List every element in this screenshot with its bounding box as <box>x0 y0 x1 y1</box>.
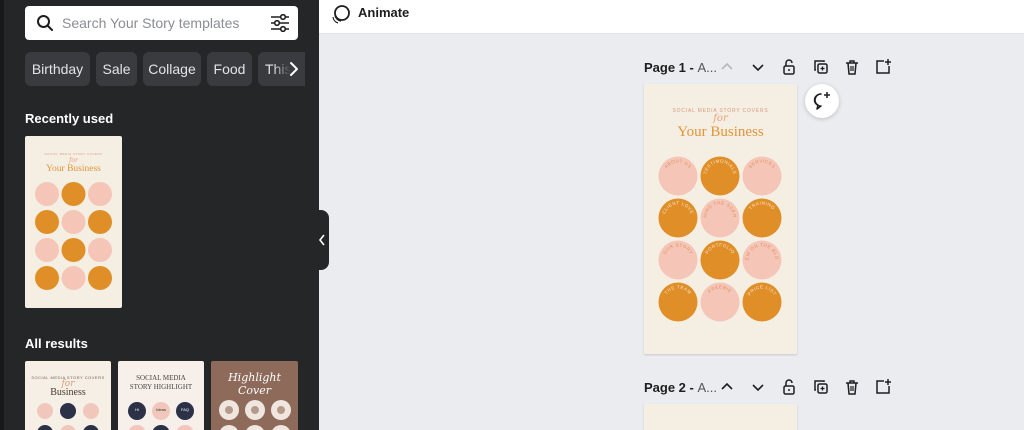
add-page-icon[interactable] <box>874 58 892 76</box>
templates-panel: Birthday Sale Collage Food This Recently… <box>0 0 319 430</box>
move-up-icon[interactable] <box>718 378 736 396</box>
result-thumbnail-3[interactable]: Highlight Cover <box>211 361 298 430</box>
move-down-icon[interactable] <box>749 58 767 76</box>
recent-script: for <box>68 157 79 164</box>
highlight-circle <box>35 210 59 234</box>
highlight-circle <box>88 210 112 234</box>
recent-template-thumbnail[interactable]: SOCIAL MEDIA STORY COVERS for Your Busines… <box>25 136 122 308</box>
circle-label: BEHIND THE SCENES <box>644 84 738 218</box>
design-circle-grid: ABOUT USTESTIMONIALSSERVICESCLIENT LOVEB… <box>644 84 782 322</box>
result-2-circles <box>128 402 194 430</box>
highlight-circle <box>88 182 112 206</box>
move-up-icon[interactable] <box>718 58 736 76</box>
chip-food[interactable]: Food <box>207 52 252 86</box>
page-1-canvas[interactable]: SOCIAL MEDIA STORY COVERS for Your Busin… <box>644 84 797 354</box>
result-3-circles <box>219 400 291 430</box>
page-2-label[interactable]: Page 2 - A... <box>644 380 717 395</box>
highlight-circle <box>88 238 112 262</box>
template-search-box[interactable] <box>25 6 298 40</box>
page-1-header: Page 1 - A... <box>644 58 894 80</box>
result-3-title: Highlight Cover <box>228 371 281 397</box>
result-1-title: Business <box>50 387 86 398</box>
add-comment-button[interactable] <box>805 84 839 118</box>
page-1-label[interactable]: Page 1 - A... <box>644 60 717 75</box>
editor-top-bar: Animate <box>319 0 1024 34</box>
chip-sale[interactable]: Sale <box>96 52 137 86</box>
highlight-circle <box>88 266 112 290</box>
chip-collage[interactable]: Collage <box>143 52 201 86</box>
recently-used-heading: Recently used <box>25 111 114 126</box>
animate-icon[interactable] <box>331 4 351 24</box>
chevron-right-icon[interactable] <box>287 60 301 78</box>
chip-birthday[interactable]: Birthday <box>25 52 90 86</box>
filter-icon[interactable] <box>270 14 290 32</box>
recent-template-preview: SOCIAL MEDIA STORY COVERSforYour Busines… <box>35 152 112 290</box>
search-icon <box>37 15 53 31</box>
highlight-circle <box>61 266 86 290</box>
duplicate-page-icon[interactable] <box>812 58 830 76</box>
result-thumbnail-2[interactable]: SOCIAL MEDIA STORY HIGHLIGHT Hi Ideas FA… <box>118 361 204 430</box>
result-2-label-2: Ideas <box>156 407 166 412</box>
lock-icon[interactable] <box>780 378 798 396</box>
comment-plus-icon <box>813 92 830 110</box>
all-results-heading: All results <box>25 336 88 351</box>
result-2-label-1: Hi <box>135 407 139 412</box>
category-chips: Birthday Sale Collage Food This <box>25 52 305 86</box>
move-down-icon[interactable] <box>749 378 767 396</box>
result-2-label-3: FAQ <box>180 407 189 412</box>
trash-icon[interactable] <box>843 378 861 396</box>
result-2-line1: SOCIAL MEDIA <box>136 374 186 382</box>
highlight-circle <box>35 266 59 290</box>
result-thumbnail-1[interactable]: SOCIAL MEDIA STORY COVERS for Business <box>25 361 111 430</box>
page-2-canvas[interactable] <box>644 404 797 430</box>
recent-subtitle: SOCIAL MEDIA STORY COVERS <box>44 152 102 156</box>
page-2-header: Page 2 - A... <box>644 378 894 400</box>
add-page-icon[interactable] <box>874 378 892 396</box>
highlight-circle <box>35 238 59 262</box>
animate-button[interactable]: Animate <box>358 5 409 20</box>
highlight-circle <box>61 210 86 234</box>
trash-icon[interactable] <box>843 58 861 76</box>
duplicate-page-icon[interactable] <box>812 378 830 396</box>
result-2-line2: STORY HIGHLIGHT <box>129 383 193 391</box>
recent-title: Your Business <box>46 164 101 174</box>
highlight-circle <box>61 182 86 206</box>
highlight-circle <box>35 182 59 206</box>
chevron-left-icon <box>318 234 325 246</box>
collapse-panel-handle[interactable] <box>315 210 329 270</box>
result-1-circles <box>37 403 99 430</box>
highlight-circle <box>61 238 86 262</box>
search-input[interactable] <box>62 10 262 36</box>
lock-icon[interactable] <box>780 58 798 76</box>
side-rail-edge <box>0 0 4 430</box>
